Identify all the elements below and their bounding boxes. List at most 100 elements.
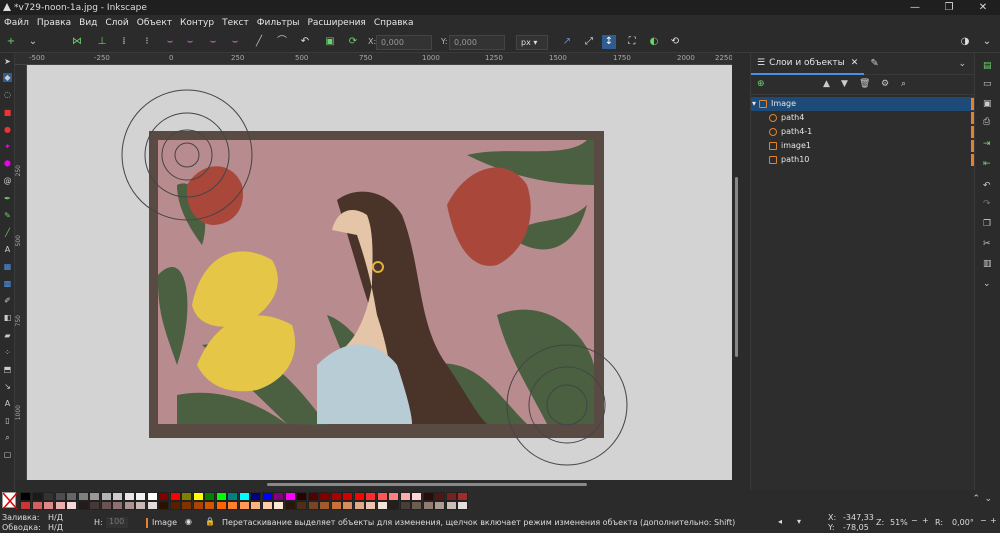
chevron-down-icon[interactable]: ⌄	[26, 35, 40, 49]
color-swatch[interactable]	[215, 492, 227, 501]
lock-icon[interactable]: 🔒	[205, 517, 215, 526]
delete-icon[interactable]: 🗑	[859, 79, 870, 89]
show-path-direction-icon[interactable]: ↕	[602, 35, 616, 49]
zoom-in-icon[interactable]: +	[922, 516, 929, 525]
color-swatch[interactable]	[273, 501, 284, 510]
opacity-field[interactable]: 100	[106, 517, 128, 528]
delete-segment-icon[interactable]: ⁝	[140, 35, 154, 49]
node-auto-icon[interactable]: ⌣	[228, 35, 242, 49]
color-swatch[interactable]	[273, 492, 284, 501]
stroke-value[interactable]: Н/Д	[48, 523, 63, 532]
menu-file[interactable]: Файл	[4, 18, 29, 28]
pages-tool-icon[interactable]: ▯	[3, 416, 12, 425]
node-tool-icon[interactable]: ◆	[3, 73, 12, 82]
color-swatch[interactable]	[388, 492, 399, 501]
close-button[interactable]: ✕	[966, 0, 1000, 15]
chevron-down-icon[interactable]: ⌄	[983, 279, 991, 289]
color-swatch[interactable]	[100, 501, 112, 510]
segment-line-icon[interactable]: ╱	[252, 35, 266, 49]
color-swatch[interactable]	[365, 492, 376, 501]
menu-filters[interactable]: Фильтры	[257, 18, 300, 28]
paste-icon[interactable]: ▥	[983, 259, 992, 269]
current-layer[interactable]: Image	[152, 518, 177, 527]
stroke-to-path-icon[interactable]: ▣	[323, 35, 337, 49]
color-swatch[interactable]	[181, 492, 192, 501]
color-swatch[interactable]	[66, 501, 77, 510]
color-swatch[interactable]	[353, 492, 365, 501]
menu-text[interactable]: Текст	[222, 18, 249, 28]
color-swatch[interactable]	[330, 492, 342, 501]
color-swatch[interactable]	[54, 501, 66, 510]
color-swatch[interactable]	[330, 501, 342, 510]
chevron-down-icon[interactable]: ⌄	[984, 494, 992, 504]
undo-icon[interactable]: ↶	[983, 181, 991, 191]
add-layer-icon[interactable]: ⊕	[757, 79, 765, 89]
rotation-value[interactable]: 0,00°	[952, 518, 974, 527]
segment-curve-icon[interactable]: ⌒	[275, 35, 289, 49]
artwork[interactable]	[27, 65, 732, 480]
move-up-icon[interactable]: ▲	[823, 79, 830, 89]
color-swatch[interactable]	[319, 492, 330, 501]
color-swatch[interactable]	[123, 492, 135, 501]
layer-row[interactable]: path4	[751, 111, 974, 125]
selector-tool-icon[interactable]: ➤	[3, 57, 12, 66]
rotate-ccw-icon[interactable]: −	[980, 516, 987, 525]
color-swatch[interactable]	[284, 501, 296, 510]
color-swatch[interactable]	[204, 501, 215, 510]
color-swatch[interactable]	[307, 501, 319, 510]
scroll-thumb[interactable]	[267, 483, 587, 486]
color-swatch[interactable]	[54, 492, 66, 501]
color-swatch[interactable]	[135, 492, 146, 501]
color-swatch[interactable]	[376, 501, 388, 510]
x-coordinate-field[interactable]: 0,000	[376, 35, 432, 50]
settings-icon[interactable]: ⚙	[881, 79, 889, 89]
panel-splitter[interactable]	[742, 53, 750, 490]
scroll-thumb[interactable]	[735, 177, 738, 357]
spray-tool-icon[interactable]: ⁘	[3, 348, 12, 357]
color-swatch[interactable]	[411, 501, 422, 510]
export-icon[interactable]: ⇤	[983, 159, 991, 169]
color-swatch[interactable]	[422, 501, 434, 510]
print-icon[interactable]: ⎙	[983, 117, 990, 127]
color-swatch[interactable]	[227, 492, 238, 501]
layer-row[interactable]: image1	[751, 139, 974, 153]
join-segment-icon[interactable]: ⁞	[117, 35, 131, 49]
menu-path[interactable]: Контур	[180, 18, 214, 28]
menu-edit[interactable]: Правка	[37, 18, 71, 28]
calligraphy-tool-icon[interactable]: ╱	[3, 228, 12, 237]
color-swatch[interactable]	[89, 492, 100, 501]
mesh-tool-icon[interactable]: ▩	[3, 279, 12, 288]
shape-builder-icon[interactable]: ⬒	[3, 365, 12, 374]
dropper-tool-icon[interactable]: ✐	[3, 296, 12, 305]
color-swatch[interactable]	[445, 492, 457, 501]
pencil-tool-icon[interactable]: ✎	[3, 211, 12, 220]
copy-icon[interactable]: ❐	[983, 219, 991, 229]
mask-edit-icon[interactable]: ⟲	[668, 35, 682, 49]
color-swatch[interactable]	[31, 501, 43, 510]
color-swatch[interactable]	[399, 492, 411, 501]
layer-row[interactable]: path10	[751, 153, 974, 167]
color-swatch[interactable]	[192, 501, 204, 510]
color-swatch[interactable]	[422, 492, 434, 501]
color-swatch[interactable]	[135, 501, 146, 510]
search-icon[interactable]: ⌕	[901, 79, 906, 89]
tab-layers-objects[interactable]: ☰ Слои и объекты ✕	[751, 53, 865, 75]
color-swatch[interactable]	[434, 501, 445, 510]
clip-edit-icon[interactable]: ◐	[647, 35, 661, 49]
color-swatch[interactable]	[227, 501, 238, 510]
prev-layer-icon[interactable]: ◂	[778, 517, 782, 526]
color-swatch[interactable]	[66, 492, 77, 501]
color-swatch[interactable]	[204, 492, 215, 501]
rect-tool-icon[interactable]: ■	[3, 108, 12, 117]
zoom-value[interactable]: 51%	[890, 518, 908, 527]
pen-tool-icon[interactable]: ✒	[3, 194, 12, 203]
show-handles-icon[interactable]: ↗	[560, 35, 574, 49]
maximize-button[interactable]: ❐	[932, 0, 966, 15]
color-swatch[interactable]	[434, 492, 445, 501]
object-to-path-icon[interactable]: ↶	[298, 35, 312, 49]
color-swatch[interactable]	[77, 501, 89, 510]
zoom-out-icon[interactable]: −	[911, 516, 918, 525]
layer-row[interactable]: path4-1	[751, 125, 974, 139]
connector-tool-icon[interactable]: ↘	[3, 382, 12, 391]
color-swatch[interactable]	[284, 492, 296, 501]
